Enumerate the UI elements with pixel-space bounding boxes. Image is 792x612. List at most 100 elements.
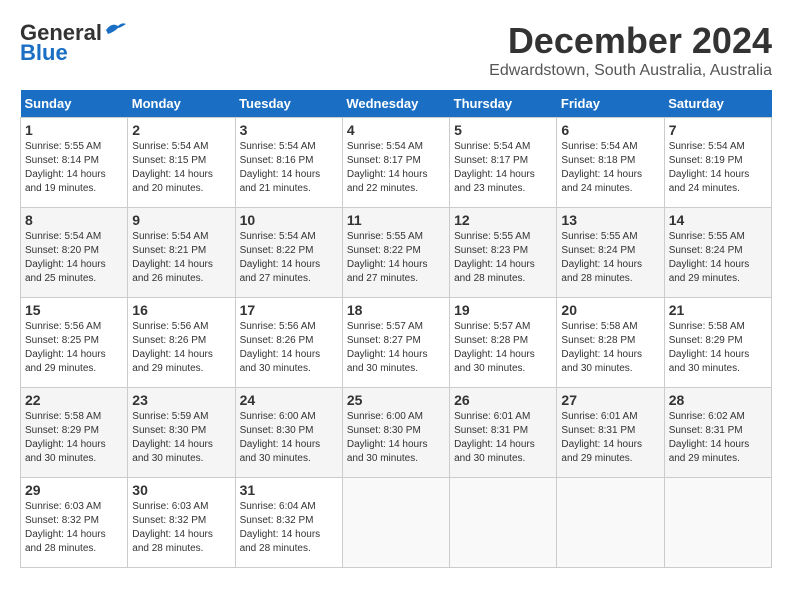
calendar-header-row: Sunday Monday Tuesday Wednesday Thursday…	[21, 90, 772, 118]
day-info: Sunrise: 5:59 AM Sunset: 8:30 PM Dayligh…	[132, 410, 230, 466]
day-number: 13	[561, 212, 659, 228]
table-row: 2Sunrise: 5:54 AM Sunset: 8:15 PM Daylig…	[128, 118, 235, 208]
day-number: 6	[561, 122, 659, 138]
day-number: 11	[347, 212, 445, 228]
day-number: 17	[240, 302, 338, 318]
day-info: Sunrise: 5:57 AM Sunset: 8:28 PM Dayligh…	[454, 320, 552, 376]
day-number: 28	[669, 392, 767, 408]
table-row: 1 Sunrise: 5:55 AM Sunset: 8:14 PM Daylig…	[21, 118, 128, 208]
table-row	[450, 478, 557, 568]
day-number: 29	[25, 482, 123, 498]
day-number: 9	[132, 212, 230, 228]
table-row: 24 Sunrise: 6:00 AM Sunset: 8:30 PM Dayli…	[235, 388, 342, 478]
table-row: 5 Sunrise: 5:54 AM Sunset: 8:17 PM Daylig…	[450, 118, 557, 208]
table-row: 21 Sunrise: 5:58 AM Sunset: 8:29 PM Dayli…	[664, 298, 771, 388]
day-number: 2	[132, 122, 230, 138]
day-number: 21	[669, 302, 767, 318]
day-info: Sunrise: 5:55 AM Sunset: 8:23 PM Dayligh…	[454, 230, 552, 286]
title-block: December 2024 Edwardstown, South Austral…	[489, 20, 772, 80]
day-number: 12	[454, 212, 552, 228]
table-row: 28Sunrise: 6:02 AM Sunset: 8:31 PM Dayli…	[664, 388, 771, 478]
logo-blue: Blue	[20, 40, 68, 66]
table-row: 27 Sunrise: 6:01 AM Sunset: 8:31 PM Dayli…	[557, 388, 664, 478]
table-row: 20Sunrise: 5:58 AM Sunset: 8:28 PM Dayli…	[557, 298, 664, 388]
day-number: 22	[25, 392, 123, 408]
table-row: 23 Sunrise: 5:59 AM Sunset: 8:30 PM Dayli…	[128, 388, 235, 478]
table-row: 18Sunrise: 5:57 AM Sunset: 8:27 PM Dayli…	[342, 298, 449, 388]
table-row	[342, 478, 449, 568]
day-info: Sunrise: 5:56 AM Sunset: 8:26 PM Dayligh…	[240, 320, 338, 376]
day-info: Sunrise: 5:55 AM Sunset: 8:24 PM Dayligh…	[669, 230, 767, 286]
table-row: 22Sunrise: 5:58 AM Sunset: 8:29 PM Dayli…	[21, 388, 128, 478]
table-row: 9 Sunrise: 5:54 AM Sunset: 8:21 PM Daylig…	[128, 208, 235, 298]
day-number: 18	[347, 302, 445, 318]
day-number: 25	[347, 392, 445, 408]
table-row: 14 Sunrise: 5:55 AM Sunset: 8:24 PM Dayli…	[664, 208, 771, 298]
header-tuesday: Tuesday	[235, 90, 342, 118]
header-wednesday: Wednesday	[342, 90, 449, 118]
day-info: Sunrise: 6:01 AM Sunset: 8:31 PM Dayligh…	[454, 410, 552, 466]
calendar-week-row: 22Sunrise: 5:58 AM Sunset: 8:29 PM Dayli…	[21, 388, 772, 478]
table-row: 16Sunrise: 5:56 AM Sunset: 8:26 PM Dayli…	[128, 298, 235, 388]
header-monday: Monday	[128, 90, 235, 118]
page-header: General Blue December 2024 Edwardstown, …	[20, 20, 772, 80]
day-info: Sunrise: 5:54 AM Sunset: 8:22 PM Dayligh…	[240, 230, 338, 286]
table-row: 17 Sunrise: 5:56 AM Sunset: 8:26 PM Dayli…	[235, 298, 342, 388]
day-info: Sunrise: 6:04 AM Sunset: 8:32 PM Dayligh…	[240, 500, 338, 556]
table-row: 25Sunrise: 6:00 AM Sunset: 8:30 PM Dayli…	[342, 388, 449, 478]
day-info: Sunrise: 5:58 AM Sunset: 8:29 PM Dayligh…	[669, 320, 767, 376]
day-info: Sunrise: 6:01 AM Sunset: 8:31 PM Dayligh…	[561, 410, 659, 466]
table-row: 30 Sunrise: 6:03 AM Sunset: 8:32 PM Dayli…	[128, 478, 235, 568]
day-info: Sunrise: 5:54 AM Sunset: 8:21 PM Dayligh…	[132, 230, 230, 286]
table-row: 15 Sunrise: 5:56 AM Sunset: 8:25 PM Dayli…	[21, 298, 128, 388]
day-info: Sunrise: 6:03 AM Sunset: 8:32 PM Dayligh…	[25, 500, 123, 556]
day-number: 1	[25, 122, 123, 138]
header-thursday: Thursday	[450, 90, 557, 118]
header-sunday: Sunday	[21, 90, 128, 118]
day-number: 27	[561, 392, 659, 408]
day-info: Sunrise: 5:54 AM Sunset: 8:17 PM Dayligh…	[347, 140, 445, 196]
day-info: Sunrise: 5:54 AM Sunset: 8:19 PM Dayligh…	[669, 140, 767, 196]
month-title: December 2024	[489, 20, 772, 62]
day-number: 26	[454, 392, 552, 408]
table-row: 8Sunrise: 5:54 AM Sunset: 8:20 PM Daylig…	[21, 208, 128, 298]
table-row: 3 Sunrise: 5:54 AM Sunset: 8:16 PM Daylig…	[235, 118, 342, 208]
day-info: Sunrise: 5:54 AM Sunset: 8:17 PM Dayligh…	[454, 140, 552, 196]
day-number: 19	[454, 302, 552, 318]
location-title: Edwardstown, South Australia, Australia	[489, 62, 772, 80]
day-number: 23	[132, 392, 230, 408]
day-number: 10	[240, 212, 338, 228]
day-info: Sunrise: 6:00 AM Sunset: 8:30 PM Dayligh…	[240, 410, 338, 466]
day-number: 4	[347, 122, 445, 138]
table-row: 10 Sunrise: 5:54 AM Sunset: 8:22 PM Dayli…	[235, 208, 342, 298]
day-info: Sunrise: 5:55 AM Sunset: 8:14 PM Dayligh…	[25, 140, 123, 196]
day-info: Sunrise: 6:03 AM Sunset: 8:32 PM Dayligh…	[132, 500, 230, 556]
day-number: 30	[132, 482, 230, 498]
day-info: Sunrise: 5:56 AM Sunset: 8:25 PM Dayligh…	[25, 320, 123, 376]
table-row: 31 Sunrise: 6:04 AM Sunset: 8:32 PM Dayli…	[235, 478, 342, 568]
day-number: 15	[25, 302, 123, 318]
table-row: 11 Sunrise: 5:55 AM Sunset: 8:22 PM Dayli…	[342, 208, 449, 298]
calendar-week-row: 15 Sunrise: 5:56 AM Sunset: 8:25 PM Dayli…	[21, 298, 772, 388]
day-number: 24	[240, 392, 338, 408]
day-number: 31	[240, 482, 338, 498]
calendar-table: Sunday Monday Tuesday Wednesday Thursday…	[20, 90, 772, 568]
table-row: 6Sunrise: 5:54 AM Sunset: 8:18 PM Daylig…	[557, 118, 664, 208]
calendar-week-row: 8Sunrise: 5:54 AM Sunset: 8:20 PM Daylig…	[21, 208, 772, 298]
table-row: 19 Sunrise: 5:57 AM Sunset: 8:28 PM Dayli…	[450, 298, 557, 388]
table-row	[664, 478, 771, 568]
table-row: 7Sunrise: 5:54 AM Sunset: 8:19 PM Daylig…	[664, 118, 771, 208]
day-info: Sunrise: 5:55 AM Sunset: 8:24 PM Dayligh…	[561, 230, 659, 286]
calendar-week-row: 1 Sunrise: 5:55 AM Sunset: 8:14 PM Daylig…	[21, 118, 772, 208]
day-info: Sunrise: 5:55 AM Sunset: 8:22 PM Dayligh…	[347, 230, 445, 286]
header-friday: Friday	[557, 90, 664, 118]
logo-bird-icon	[104, 20, 126, 38]
table-row: 26 Sunrise: 6:01 AM Sunset: 8:31 PM Dayli…	[450, 388, 557, 478]
day-info: Sunrise: 5:54 AM Sunset: 8:16 PM Dayligh…	[240, 140, 338, 196]
table-row: 4 Sunrise: 5:54 AM Sunset: 8:17 PM Daylig…	[342, 118, 449, 208]
day-number: 14	[669, 212, 767, 228]
day-info: Sunrise: 5:56 AM Sunset: 8:26 PM Dayligh…	[132, 320, 230, 376]
day-number: 3	[240, 122, 338, 138]
table-row: 13 Sunrise: 5:55 AM Sunset: 8:24 PM Dayli…	[557, 208, 664, 298]
day-number: 5	[454, 122, 552, 138]
